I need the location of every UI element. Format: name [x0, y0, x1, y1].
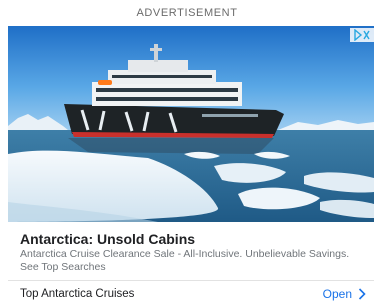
- chevron-right-icon: [358, 288, 366, 300]
- ad-divider: [8, 280, 374, 281]
- adchoices-icon[interactable]: [350, 28, 374, 42]
- advertisement-label: ADVERTISEMENT: [136, 7, 238, 19]
- ad-headline[interactable]: Antarctica: Unsold Cabins: [20, 231, 195, 247]
- ad-card[interactable]: Antarctica: Unsold Cabins Antarctica Cru…: [8, 26, 374, 308]
- open-button[interactable]: Open: [323, 284, 366, 304]
- ad-description: Antarctica Cruise Clearance Sale - All-I…: [20, 248, 350, 273]
- ad-image-cruise-ship[interactable]: [8, 26, 374, 222]
- open-button-label: Open: [322, 287, 352, 301]
- ad-footer-title[interactable]: Top Antarctica Cruises: [20, 288, 134, 300]
